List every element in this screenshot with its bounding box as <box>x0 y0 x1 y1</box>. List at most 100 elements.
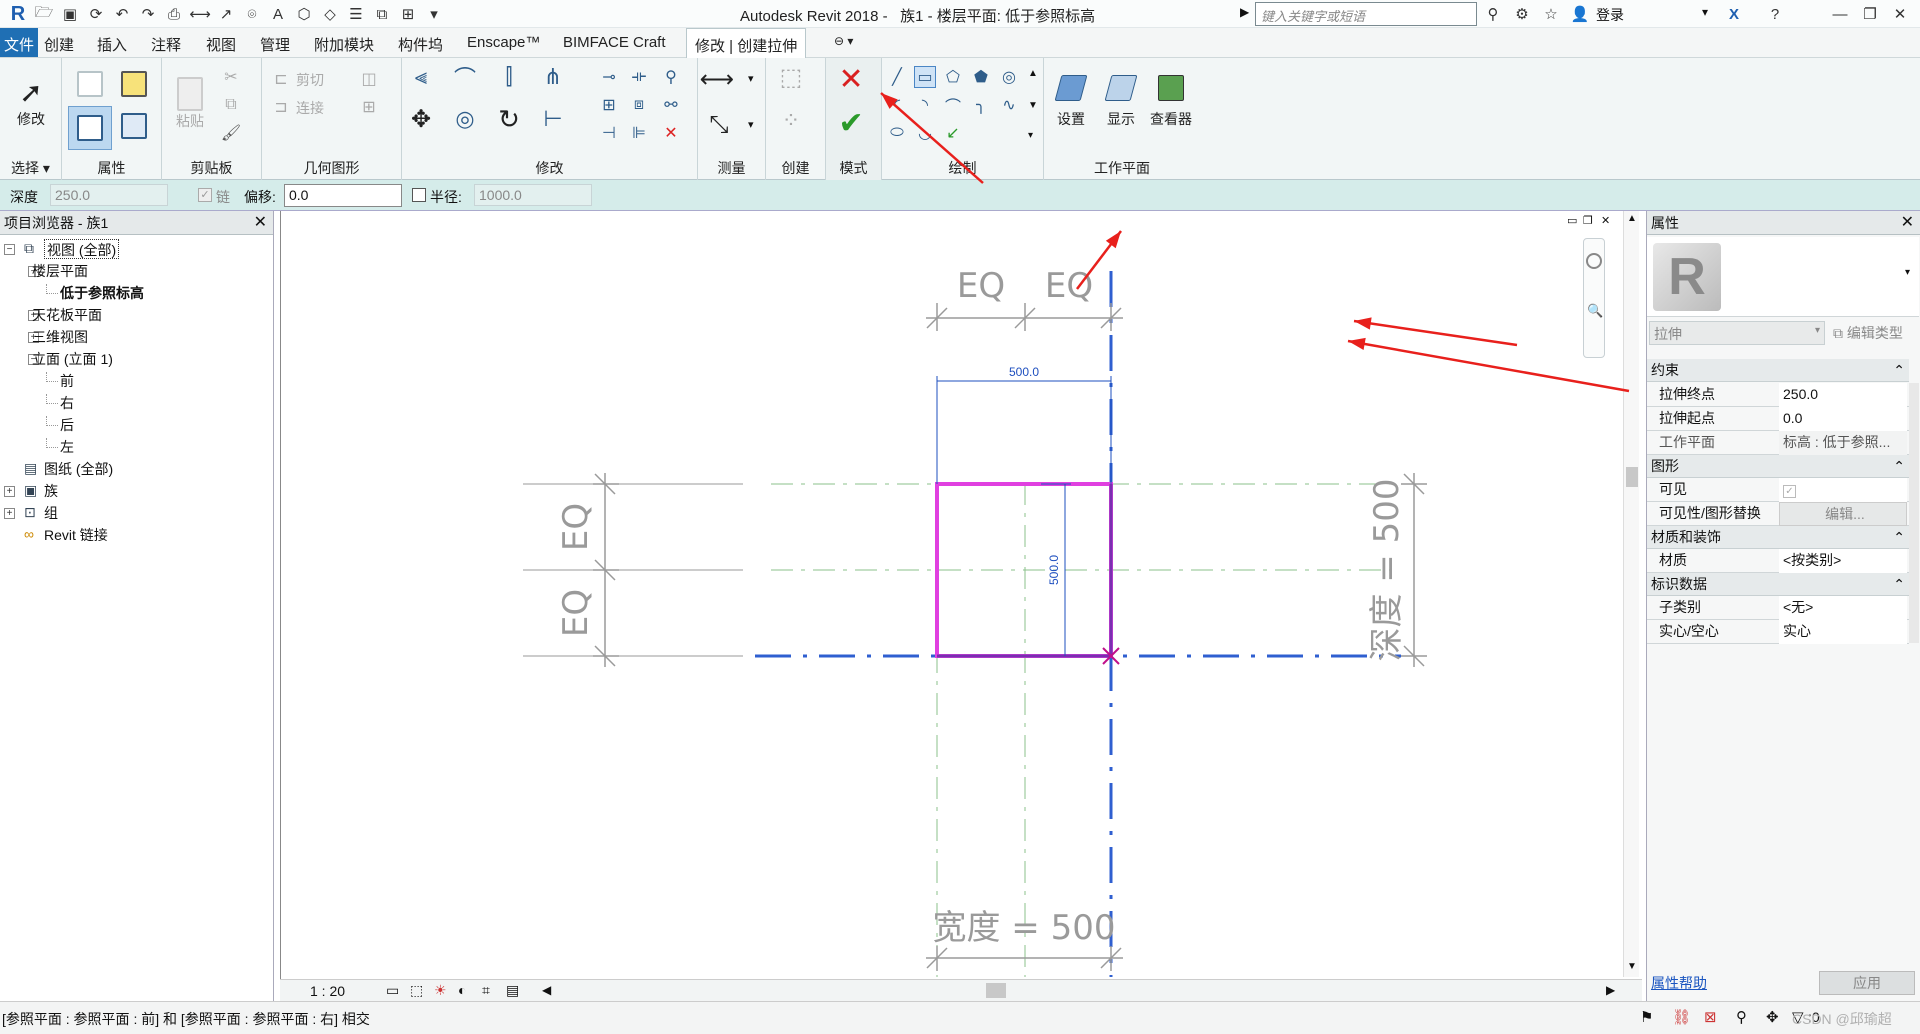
cut-geometry-button[interactable]: 剪切 <box>296 70 324 90</box>
undo-icon[interactable]: ↶ <box>112 4 132 24</box>
properties-button[interactable] <box>68 106 112 150</box>
radius-checkbox[interactable] <box>412 188 426 202</box>
favorites-icon[interactable]: ☆ <box>1541 4 1561 24</box>
login-dropdown-icon[interactable]: ▾ <box>1702 5 1708 19</box>
edit-type-button[interactable]: ⧉ 编辑类型 <box>1829 321 1917 345</box>
fillet-arc-icon[interactable]: ╮ <box>970 94 992 116</box>
tree-item[interactable]: 组 <box>44 503 58 523</box>
ellipse-icon[interactable]: ⬭ <box>886 122 908 144</box>
save-icon[interactable]: ▣ <box>60 4 80 24</box>
tree-item[interactable]: 前 <box>60 371 74 391</box>
tab-annotate[interactable]: 注释 <box>151 34 181 55</box>
binoculars-icon[interactable]: ⚲ <box>1483 4 1503 24</box>
tab-modify-create-extrusion[interactable]: 修改 | 创建拉伸 <box>686 28 807 58</box>
exchange-apps-icon[interactable]: X <box>1724 4 1744 24</box>
prop-visibility-override[interactable]: 可见性/图形替换 编辑... <box>1647 502 1909 526</box>
vis-override-edit-button[interactable]: 编辑... <box>1779 502 1907 526</box>
rectangle-icon[interactable]: ▭ <box>914 66 936 88</box>
tab-view[interactable]: 视图 <box>206 34 236 55</box>
line-icon[interactable]: ╱ <box>886 66 908 88</box>
restore-icon[interactable]: ❐ <box>1860 4 1880 24</box>
circle-icon[interactable]: ◎ <box>998 66 1020 88</box>
worksets-icon[interactable]: ⚑ <box>1640 1008 1653 1026</box>
user-icon[interactable]: 👤 <box>1570 4 1590 24</box>
tangent-arc-icon[interactable]: ⌒ <box>942 94 964 116</box>
tag-icon[interactable]: ⌾ <box>242 4 262 24</box>
detail-level-icon[interactable]: ▭ <box>386 982 399 999</box>
mirror-draw-icon[interactable]: ⋔ <box>542 64 564 89</box>
tab-file[interactable]: 文件 <box>0 28 39 57</box>
select-pinned-icon[interactable]: ⚲ <box>1736 1008 1747 1026</box>
copy-icon[interactable]: ⧉ <box>220 94 242 116</box>
tree-item[interactable]: Revit 链接 <box>44 525 108 545</box>
pick-lines-icon[interactable]: ↙ <box>942 122 964 144</box>
dimension-icon[interactable]: ↗ <box>216 4 236 24</box>
search-arrow-icon[interactable]: ▶ <box>1240 5 1249 19</box>
visible-checkbox[interactable]: ✓ <box>1779 478 1907 502</box>
move-icon[interactable]: ✥ <box>410 106 432 133</box>
offset-input[interactable]: 0.0 <box>284 184 402 207</box>
wall-joins-icon[interactable]: ◫ <box>358 68 380 90</box>
draw-scroll-down-icon[interactable]: ▼ <box>1028 100 1038 111</box>
show-workplane-button[interactable]: 显示 <box>1098 66 1144 138</box>
tree-expander-icon[interactable]: + <box>4 486 15 497</box>
extrusion-end-value[interactable]: 250.0 <box>1779 383 1907 407</box>
tab-insert[interactable]: 插入 <box>97 34 127 55</box>
properties-scrollbar[interactable] <box>1909 383 1919 643</box>
drawing-canvas[interactable]: ▭ ❐ ✕ 🔍 ▲ ▼ 500.0 500.0 EQ EQ EQ EQ 宽度 = 500 深度… <box>280 92 1640 979</box>
search-input[interactable]: 键入关键字或短语 <box>1255 2 1477 26</box>
join-geometry-button[interactable]: 连接 <box>296 98 324 118</box>
family-types-button[interactable] <box>114 64 154 104</box>
depth-input[interactable]: 250.0 <box>50 184 168 206</box>
close-hidden-icon[interactable]: ⧉ <box>372 4 392 24</box>
pin-icon[interactable]: ⚲ <box>660 66 682 88</box>
material-value[interactable]: <按类别> <box>1779 549 1907 573</box>
rotate-icon[interactable]: ↻ <box>498 104 520 134</box>
scroll-down-icon[interactable]: ▼ <box>1627 961 1637 972</box>
array-icon[interactable]: ⊞ <box>598 94 620 116</box>
inscribed-polygon-icon[interactable]: ⬠ <box>942 66 964 88</box>
view-scale[interactable]: 1 : 20 <box>310 983 345 999</box>
subcategory-value[interactable]: <无> <box>1779 596 1907 620</box>
tree-item[interactable]: 天花板平面 <box>32 305 102 325</box>
type-selector[interactable]: 拉伸 ▾ <box>1649 321 1825 345</box>
radius-input[interactable]: 1000.0 <box>474 184 592 206</box>
join-geometry-icon[interactable]: ⊐ <box>270 96 292 118</box>
tree-item[interactable]: 视图 (全部) <box>44 239 120 259</box>
help-icon[interactable]: ? <box>1765 4 1785 24</box>
tree-item[interactable]: 后 <box>60 415 74 435</box>
type-dropdown-icon[interactable]: ▾ <box>1905 267 1910 278</box>
prop-visible[interactable]: 可见 ✓ <box>1647 478 1909 502</box>
prop-material[interactable]: 材质 <按类别> <box>1647 549 1909 573</box>
set-workplane-button[interactable]: 设置 <box>1048 66 1094 138</box>
circumscribed-polygon-icon[interactable]: ⬟ <box>970 66 992 88</box>
select-links-icon[interactable]: ⛓ <box>1672 1008 1691 1026</box>
select-face-icon[interactable]: ✥ <box>1766 1008 1779 1026</box>
offset-icon[interactable]: ⌒ <box>454 66 476 91</box>
create-group-icon[interactable]: ⬚ <box>780 64 803 91</box>
unpin-icon[interactable]: ⚯ <box>660 94 682 116</box>
spline-icon[interactable]: ∿ <box>998 94 1020 116</box>
trim-single-icon[interactable]: ⊣ <box>598 122 620 144</box>
chain-checkbox[interactable]: ✓ <box>198 188 212 202</box>
properties-help-link[interactable]: 属性帮助 <box>1651 973 1707 993</box>
tree-item[interactable]: 右 <box>60 393 74 413</box>
copy-elements-icon[interactable]: ◎ <box>454 106 476 131</box>
solid-void-value[interactable]: 实心 <box>1779 620 1907 644</box>
cope-icon[interactable]: ⊏ <box>270 68 292 90</box>
tree-item[interactable]: 三维视图 <box>32 327 88 347</box>
panel-toggle-icon[interactable]: ⊖ ▾ <box>834 34 853 48</box>
type-properties-button[interactable] <box>114 106 154 146</box>
print-icon[interactable]: ⎙ <box>164 4 184 24</box>
properties-close-icon[interactable]: ✕ <box>1901 211 1914 235</box>
sun-path-icon[interactable]: ☀ <box>434 982 447 999</box>
tab-create[interactable]: 创建 <box>44 34 74 55</box>
split-gap-icon[interactable]: ⟛ <box>628 66 650 88</box>
cut-icon[interactable]: ✂ <box>220 66 242 88</box>
sync-icon[interactable]: ⟳ <box>86 4 106 24</box>
tree-item[interactable]: 楼层平面 <box>32 261 88 281</box>
login-button[interactable]: 登录 <box>1596 5 1624 25</box>
show-crop-icon[interactable]: ▤ <box>506 982 519 999</box>
center-ends-arc-icon[interactable]: ◝ <box>914 94 936 116</box>
vertical-scrollbar[interactable]: ▲ ▼ <box>1623 211 1639 977</box>
